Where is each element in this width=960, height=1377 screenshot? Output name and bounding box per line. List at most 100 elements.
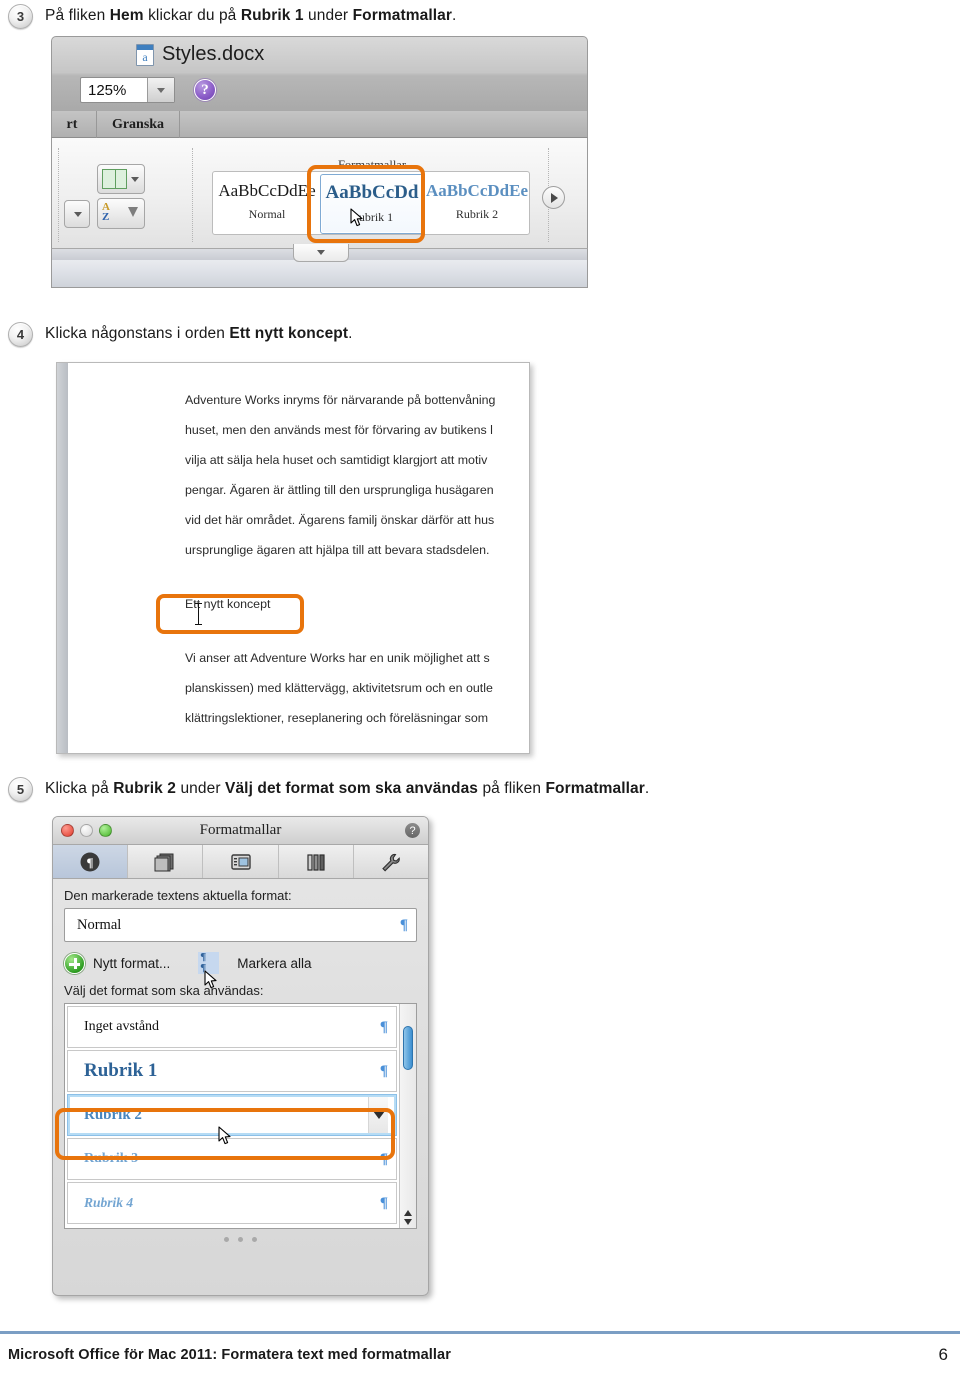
word-ribbon-screenshot: a Styles.docx 125% ? rt Granska Formatma… — [43, 33, 588, 291]
window-controls — [61, 824, 112, 837]
ribbon-tab-bar: rt Granska — [51, 111, 588, 138]
toolbar-tab-document-elements[interactable] — [128, 845, 204, 878]
step-5-instruction: Klicka på Rubrik 2 under Välj det format… — [45, 777, 649, 799]
style-list-item-label: Rubrik 2 — [84, 1106, 142, 1123]
step-5-row: 5 Klicka på Rubrik 2 under Välj det form… — [8, 777, 649, 802]
footer-rule — [0, 1331, 960, 1334]
document-line: huset, men den används mest för förvarin… — [185, 423, 493, 437]
page-footer: Microsoft Office för Mac 2011: Formatera… — [0, 1331, 960, 1377]
step-4-text-tail: . — [348, 325, 353, 342]
charts-icon — [307, 853, 325, 871]
wrench-icon — [382, 853, 400, 871]
pilcrow-icon: ¶ — [379, 1194, 388, 1211]
document-line: Vi anser att Adventure Works har en unik… — [185, 651, 490, 665]
step-4-bold-ett-nytt-koncept: Ett nytt koncept — [229, 325, 349, 342]
style-sample-normal: AaBbCcDdEe — [218, 181, 316, 200]
panel-title: Formatmallar — [199, 822, 282, 838]
style-swatch-normal[interactable]: AaBbCcDdEe Normal — [215, 174, 319, 234]
style-list-item-rubrik-4[interactable]: Rubrik 4 ¶ — [67, 1182, 397, 1224]
callout-highlight-ett-nytt-koncept — [156, 594, 304, 634]
current-format-field[interactable]: Normal ¶ — [64, 908, 417, 942]
style-list-item-rubrik-1[interactable]: Rubrik 1 ¶ — [67, 1050, 397, 1092]
grip-dot — [224, 1237, 229, 1242]
step-3-instruction: På fliken Hem klickar du på Rubrik 1 und… — [45, 4, 456, 26]
pilcrow-icon: ¶ — [379, 1062, 388, 1079]
step-4-row: 4 Klicka någonstans i orden Ett nytt kon… — [8, 322, 353, 347]
step-3-badge: 3 — [8, 4, 33, 29]
style-list-item-inget-avstand[interactable]: Inget avstånd ¶ — [67, 1006, 397, 1048]
step-5-bold-rubrik2: Rubrik 2 — [113, 780, 177, 797]
help-icon[interactable]: ? — [405, 823, 420, 838]
style-list-item-rubrik-3[interactable]: Rubrik 3 ¶ — [67, 1138, 397, 1180]
word-title-bar: a Styles.docx 125% ? — [51, 36, 588, 111]
step-3-bold-formatmallar: Formatmallar — [352, 7, 453, 24]
step-3-text-tail: . — [452, 7, 457, 24]
chevron-up-icon[interactable] — [404, 1210, 412, 1216]
text-cursor-icon — [195, 603, 202, 625]
ribbon-tab-granska[interactable]: Granska — [96, 111, 180, 138]
step-5-bold-formatmallar: Formatmallar — [545, 780, 645, 797]
mouse-cursor-icon — [350, 208, 363, 232]
step-3-bold-hem: Hem — [109, 7, 144, 24]
toolbar-tab-settings[interactable] — [354, 845, 428, 878]
formatmallar-panel-screenshot: Formatmallar ? ¶ Den markerade textens a… — [52, 816, 429, 1296]
step-3-row: 3 På fliken Hem klickar du på Rubrik 1 u… — [8, 4, 456, 29]
document-line: Adventure Works inryms för närvarande på… — [185, 393, 496, 407]
more-options-button[interactable] — [64, 200, 90, 228]
arrow-down-icon — [128, 207, 138, 217]
chevron-down-icon[interactable] — [131, 177, 139, 182]
scrollbar-thumb[interactable] — [403, 1026, 413, 1070]
panel-resize-grip[interactable] — [64, 1229, 417, 1242]
document-line: klättringslektioner, reseplanering och f… — [185, 711, 489, 725]
chevron-down-icon[interactable] — [368, 1095, 388, 1135]
select-all-button[interactable]: Markera alla — [237, 956, 311, 971]
style-list-item-label: Rubrik 3 — [84, 1151, 139, 1166]
toolbar-tab-quick-tables[interactable] — [203, 845, 279, 878]
new-format-button[interactable]: Nytt format... — [93, 956, 170, 971]
style-list-item-rubrik-2[interactable]: Rubrik 2 — [67, 1094, 397, 1136]
grip-dot — [252, 1237, 257, 1242]
document-line: vid det här området. Ägarens familj önsk… — [185, 513, 495, 527]
chevron-down-icon[interactable] — [147, 78, 174, 102]
close-button-icon[interactable] — [61, 824, 74, 837]
scrollbar-arrows[interactable] — [403, 1210, 413, 1225]
mouse-cursor-icon — [218, 1126, 231, 1150]
ribbon-divider-mid — [192, 148, 193, 242]
footer-page-number: 6 — [938, 1345, 948, 1364]
chevron-down-icon[interactable] — [404, 1219, 412, 1225]
document-page: Adventure Works inryms för närvarande på… — [70, 363, 529, 753]
step-5-badge: 5 — [8, 777, 33, 802]
chevron-down-icon — [317, 250, 325, 255]
word-document-icon: a — [136, 44, 154, 66]
step-3-text-mid2: under — [303, 7, 353, 24]
sort-button[interactable]: A Z — [97, 198, 145, 229]
pilcrow-icon: ¶ — [399, 916, 408, 933]
zoom-button-icon[interactable] — [99, 824, 112, 837]
toolbar-tab-styles[interactable]: ¶ — [53, 845, 129, 878]
add-icon[interactable] — [64, 952, 85, 974]
style-name-rubrik-2: Rubrik 2 — [455, 207, 499, 221]
zoom-combobox[interactable]: 125% — [80, 77, 175, 103]
columns-button[interactable] — [97, 164, 145, 194]
toolbar-tab-charts[interactable] — [279, 845, 354, 878]
document-line: pengar. Ägaren är ättling till den urspr… — [185, 483, 494, 497]
ribbon-divider-left — [58, 148, 59, 242]
step-5-text-mid1: under — [176, 780, 225, 797]
pilcrow-styles-icon: ¶ — [80, 852, 100, 871]
style-swatch-rubrik-2[interactable]: AaBbCcDdEe Rubrik 2 — [425, 174, 529, 234]
style-list-container: Inget avstånd ¶ Rubrik 1 ¶ Rubrik 2 Rubr… — [64, 1003, 417, 1229]
gallery-more-button[interactable] — [542, 186, 565, 209]
zoom-value: 125% — [88, 81, 127, 99]
chevron-down-icon — [74, 212, 82, 217]
ribbon-collapse-button[interactable] — [293, 244, 349, 262]
ribbon-tab-rt[interactable]: rt — [52, 111, 92, 138]
minimize-button-icon[interactable] — [80, 824, 93, 837]
style-list-scrollbar[interactable] — [399, 1004, 416, 1228]
current-format-label: Den markerade textens aktuella format: — [64, 888, 292, 903]
step-3-text-lead: På fliken — [45, 7, 110, 24]
panel-toolbar: ¶ — [53, 845, 428, 879]
document-line: ursprunglige ägaren att hjälpa till att … — [185, 543, 490, 557]
help-icon[interactable]: ? — [194, 79, 216, 101]
step-3-bold-rubrik1: Rubrik 1 — [240, 7, 304, 24]
grip-dot — [238, 1237, 243, 1242]
